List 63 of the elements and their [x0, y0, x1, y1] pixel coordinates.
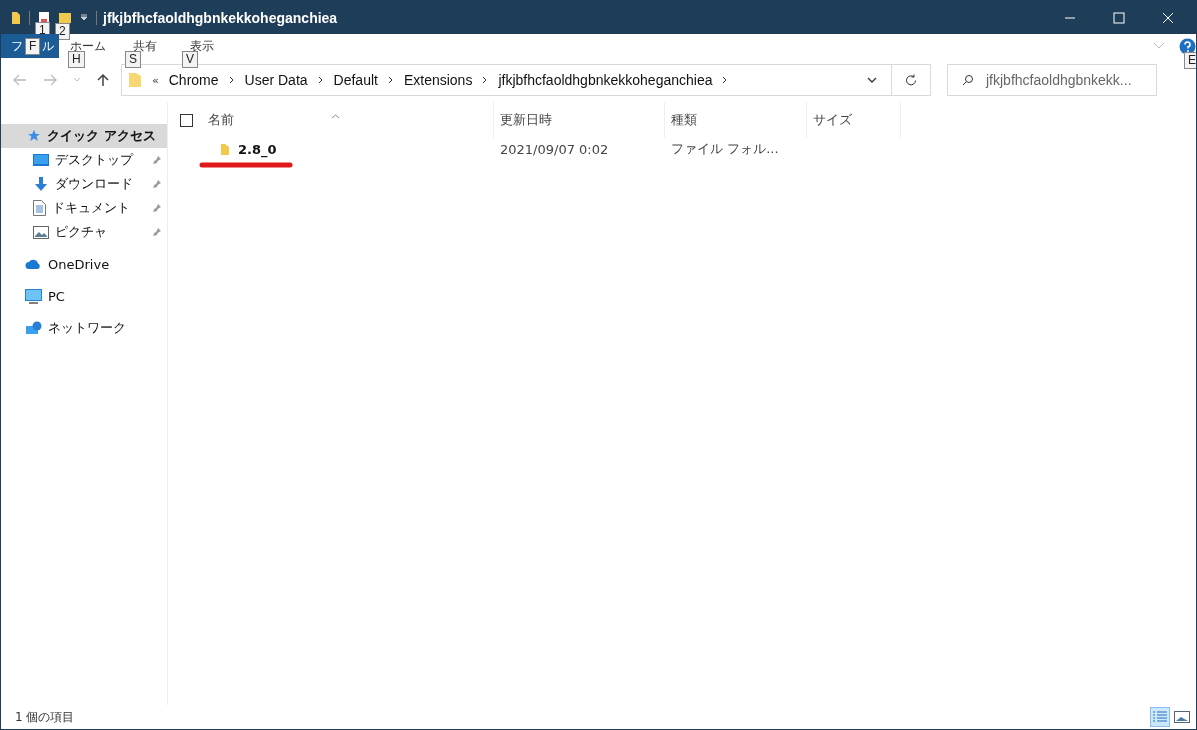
breadcrumb[interactable]: jfkjbfhcfaoldhgbnkekkoheganchiea [498, 72, 713, 88]
sidebar-item[interactable]: ネットワーク [1, 316, 167, 340]
select-all-checkbox[interactable] [180, 113, 193, 127]
folder-icon [220, 142, 230, 156]
keytip: S [125, 50, 141, 68]
new-folder-icon[interactable] [58, 11, 72, 24]
folder-icon [128, 72, 142, 88]
sidebar-item[interactable]: クイック アクセス [1, 124, 167, 148]
breadcrumb[interactable]: User Data [244, 72, 308, 88]
sidebar-item[interactable]: PC [1, 284, 167, 308]
pin-icon[interactable] [152, 155, 162, 165]
table-cell-text: 2021/09/07 0:02 [499, 141, 610, 157]
column-header[interactable]: サイズ [807, 102, 901, 138]
sort-icon [331, 114, 340, 119]
breadcrumb[interactable]: Default [333, 72, 378, 88]
chevron-right-icon[interactable] [317, 76, 324, 84]
breadcrumb[interactable]: Extensions [403, 72, 473, 88]
sidebar-item[interactable]: ドキュメント [1, 196, 167, 220]
document-icon [33, 200, 46, 216]
network-icon [25, 320, 42, 336]
keytip: H [68, 50, 85, 68]
window-title: jfkjbfhcfaoldhgbnkekkoheganchiea [103, 9, 338, 26]
cloud-icon [25, 258, 42, 270]
ribbon-tab[interactable]: 表示 [189, 38, 214, 53]
sidebar-item[interactable]: OneDrive [1, 252, 167, 276]
dropdown-icon[interactable] [80, 13, 88, 22]
download-icon [33, 176, 49, 192]
dropdown-icon[interactable] [867, 77, 877, 83]
column-header[interactable]: 種類 [665, 102, 807, 138]
search-field[interactable]: jfkjbfhcfaoldhgbnkekk... [947, 64, 1157, 96]
refresh-icon[interactable] [905, 74, 917, 86]
sidebar-item[interactable]: ダウンロード [1, 172, 167, 196]
status-text: 1 個の項目 [15, 708, 75, 726]
chevron-right-icon[interactable] [387, 76, 394, 84]
overflow-chevron[interactable]: « [152, 73, 159, 87]
maximize-icon[interactable] [1113, 11, 1125, 24]
breadcrumb[interactable]: Chrome [168, 72, 219, 88]
file-tab[interactable]: フ F ル [1, 34, 59, 58]
picture-icon [33, 225, 49, 239]
ribbon-tab[interactable]: ホーム [69, 38, 106, 53]
up-icon[interactable] [97, 73, 109, 87]
address-bar[interactable]: « Chrome User Data Default Extensions jfkjbfhcfaoldhgbnkekkoheganchiea [121, 64, 931, 96]
pin-icon[interactable] [152, 203, 162, 213]
column-header[interactable]: 名前 [208, 102, 494, 138]
file-name[interactable]: 2.8_0 [238, 141, 277, 157]
computer-icon [25, 288, 42, 304]
search-icon [962, 74, 974, 86]
properties-icon[interactable] [38, 10, 50, 25]
pin-icon[interactable] [152, 227, 162, 237]
ribbon-tab[interactable]: 共有 [132, 38, 157, 53]
chevron-right-icon[interactable] [228, 76, 235, 84]
keytip: V [182, 50, 198, 68]
star-icon [27, 129, 41, 143]
sidebar-item[interactable]: デスクトップ [1, 148, 167, 172]
monitor-icon [33, 153, 49, 167]
table-cell-text: ファイル フォル... [670, 140, 780, 158]
pin-icon[interactable] [152, 179, 162, 189]
folder-icon [11, 10, 21, 25]
chevron-right-icon[interactable] [482, 76, 489, 84]
column-header[interactable]: 更新日時 [494, 102, 665, 138]
sidebar-item[interactable]: ピクチャ [1, 220, 167, 244]
close-icon[interactable] [1162, 11, 1174, 24]
chevron-right-icon[interactable] [722, 76, 729, 84]
